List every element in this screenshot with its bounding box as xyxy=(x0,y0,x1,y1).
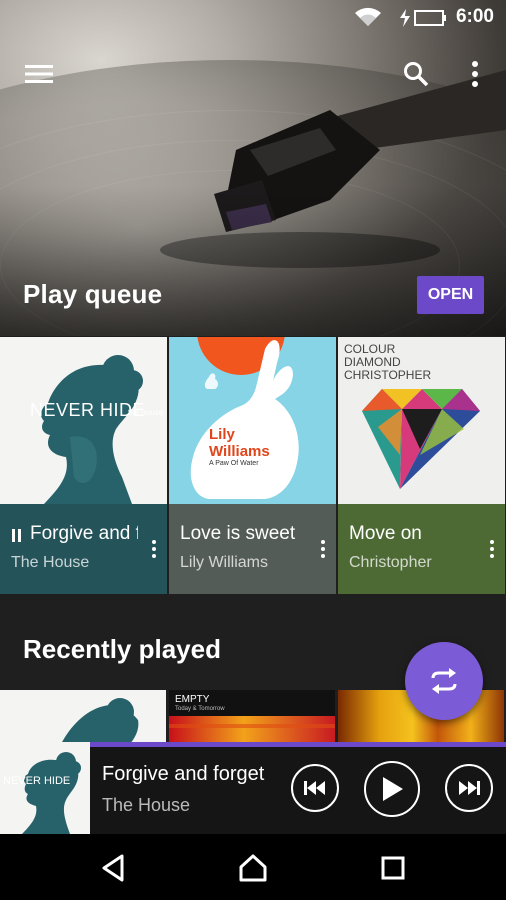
previous-track-button[interactable] xyxy=(291,764,339,812)
now-playing-bar[interactable]: NEVER HIDE Forgive and forget The House xyxy=(0,742,506,834)
queue-track-title: Move on xyxy=(349,523,422,544)
album-art-text: CHRISTOPHER xyxy=(344,368,432,382)
album-art-subtext: A Paw Of Water xyxy=(209,460,259,467)
nav-recents-button[interactable] xyxy=(373,848,413,888)
recent-album-thumb[interactable]: EMPTY Today & Tomorrow xyxy=(169,690,335,746)
album-art-lily-williams: Lily Williams A Paw Of Water xyxy=(169,337,336,504)
open-queue-button[interactable]: OPEN xyxy=(417,276,484,314)
album-art-text: Williams xyxy=(209,443,270,460)
more-vert-icon[interactable] xyxy=(314,536,332,562)
wifi-icon xyxy=(354,6,382,33)
pause-icon xyxy=(12,529,22,547)
queue-card[interactable]: COLOUR DIAMOND CHRISTOPHER Move on Chris… xyxy=(338,337,505,594)
queue-track-artist: The House xyxy=(11,554,90,571)
system-nav-bar xyxy=(0,834,506,900)
queue-card[interactable]: NEVER HIDE the house Forgive and forget … xyxy=(0,337,167,594)
skip-next-icon xyxy=(459,781,480,795)
more-vert-icon[interactable] xyxy=(457,56,493,92)
queue-card-info: Forgive and forget The House xyxy=(0,504,167,594)
queue-card[interactable]: Lily Williams A Paw Of Water Love is swe… xyxy=(169,337,336,594)
battery-charging-icon xyxy=(398,8,448,33)
shuffle-fab-button[interactable] xyxy=(405,642,483,720)
back-icon xyxy=(102,854,124,882)
play-queue-title: Play queue xyxy=(23,279,163,309)
more-vert-icon[interactable] xyxy=(145,536,163,562)
nav-home-button[interactable] xyxy=(233,848,273,888)
album-art-text: Lily xyxy=(209,426,235,443)
more-vert-icon[interactable] xyxy=(483,536,501,562)
next-track-button[interactable] xyxy=(445,764,493,812)
album-art-text: EMPTY xyxy=(175,694,210,705)
queue-track-artist: Christopher xyxy=(349,554,432,571)
queue-card-info: Move on Christopher xyxy=(338,504,505,594)
album-art-colour-diamond: COLOUR DIAMOND CHRISTOPHER xyxy=(338,337,505,504)
repeat-shuffle-icon xyxy=(431,668,457,694)
now-playing-title: Forgive and forget xyxy=(102,763,265,785)
skip-previous-icon xyxy=(304,781,325,795)
home-icon xyxy=(239,854,267,882)
play-icon xyxy=(383,777,403,801)
queue-track-artist: Lily Williams xyxy=(180,554,268,571)
album-art-subtext: the house xyxy=(128,408,164,417)
recent-album-thumb[interactable] xyxy=(0,690,166,746)
album-art-subtext: Today & Tomorrow xyxy=(175,706,225,712)
status-bar: 6:00 xyxy=(0,0,506,36)
queue-track-title: Love is sweet xyxy=(180,523,296,544)
album-art-text: NEVER HIDE xyxy=(3,775,71,787)
search-icon[interactable] xyxy=(398,56,434,92)
play-button[interactable] xyxy=(364,761,420,817)
status-time: 6:00 xyxy=(455,6,494,27)
hero-banner[interactable]: 6:00 Play queue OPEN xyxy=(0,0,506,336)
now-playing-album-art: NEVER HIDE xyxy=(0,742,90,834)
menu-icon[interactable] xyxy=(21,56,57,92)
queue-track-title: Forgive and forget xyxy=(30,523,138,544)
album-art-never-hide: NEVER HIDE the house xyxy=(0,337,167,504)
recently-played-title: Recently played xyxy=(23,634,221,664)
recents-icon xyxy=(381,856,405,880)
nav-back-button[interactable] xyxy=(93,848,133,888)
now-playing-artist: The House xyxy=(102,795,191,815)
queue-card-info: Love is sweet Lily Williams xyxy=(169,504,336,594)
